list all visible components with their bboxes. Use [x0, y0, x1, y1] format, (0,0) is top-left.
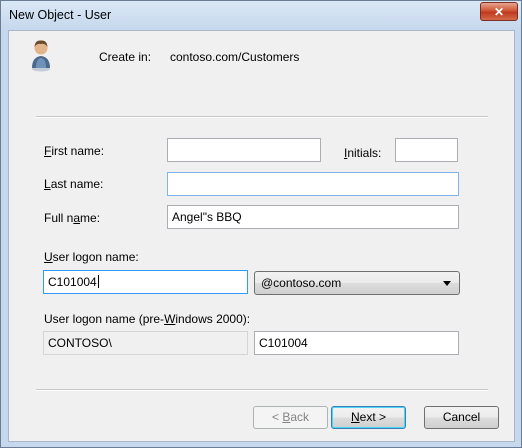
dialog-client-area	[8, 30, 515, 442]
first-name-label: First name:	[44, 144, 105, 158]
logon-name-label: User logon name:	[44, 250, 139, 264]
upn-suffix-select[interactable]: @contoso.com	[254, 271, 460, 295]
initials-field[interactable]	[395, 138, 458, 162]
pre2000-logon-field[interactable]: C101004	[254, 331, 459, 355]
chevron-down-icon	[443, 281, 451, 286]
user-icon	[32, 40, 50, 72]
separator-top	[36, 116, 488, 118]
first-name-field[interactable]	[167, 138, 321, 162]
text-caret	[97, 275, 99, 288]
next-button[interactable]: Next >	[331, 406, 406, 429]
title-bar[interactable]: New Object - User ✕	[1, 1, 521, 29]
create-in-label: Create in:	[99, 50, 152, 64]
close-icon: ✕	[493, 5, 505, 19]
initials-label: Initials:	[344, 146, 382, 160]
full-name-field[interactable]: Angel"s BBQ	[167, 205, 459, 229]
logon-name-value: C101004	[48, 275, 97, 289]
pre2000-label: User logon name (pre-Windows 2000):	[44, 312, 251, 326]
upn-suffix-value: @contoso.com	[261, 276, 342, 290]
close-button[interactable]: ✕	[480, 2, 518, 21]
full-name-label: Full name:	[44, 211, 101, 225]
cancel-button[interactable]: Cancel	[424, 406, 499, 429]
last-name-field[interactable]	[167, 172, 459, 196]
back-button[interactable]: < Back	[253, 406, 328, 429]
separator-bottom	[36, 389, 488, 391]
window-title: New Object - User	[9, 8, 112, 22]
create-in-path: contoso.com/Customers	[170, 50, 300, 64]
last-name-label: Last name:	[44, 177, 104, 191]
pre2000-domain-field: CONTOSO\	[43, 331, 248, 355]
logon-name-field[interactable]: C101004	[43, 270, 248, 294]
